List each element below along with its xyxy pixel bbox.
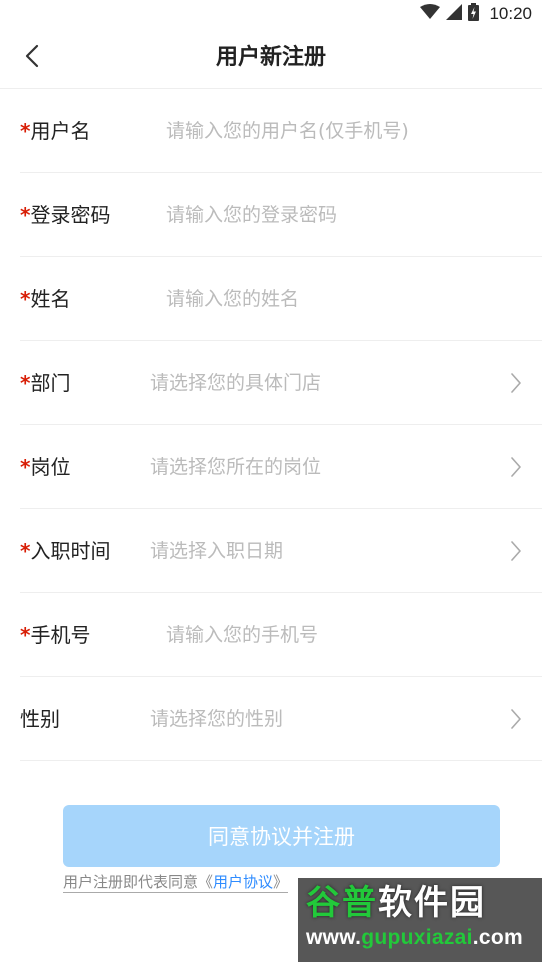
- agreement-text: 用户注册即代表同意《用户协议》: [63, 872, 289, 893]
- battery-charging-icon: [468, 3, 480, 25]
- field-row-username: *用户名: [20, 89, 542, 173]
- password-input[interactable]: [166, 195, 506, 235]
- gender-select[interactable]: 请选择您的性别: [150, 677, 283, 761]
- required-mark: *: [20, 539, 31, 563]
- wifi-icon: [420, 4, 441, 24]
- user-agreement-link[interactable]: 用户协议: [213, 873, 273, 891]
- username-input[interactable]: [166, 111, 506, 151]
- field-label-text: 手机号: [30, 623, 91, 647]
- required-mark: *: [20, 371, 31, 395]
- field-row-position[interactable]: *岗位 请选择您所在的岗位: [20, 425, 542, 509]
- field-label-text: 登录密码: [30, 203, 111, 227]
- watermark-logo-green: 谷普: [306, 883, 378, 923]
- hire-date-select[interactable]: 请选择入职日期: [150, 509, 283, 593]
- field-row-phone: *手机号: [20, 593, 542, 677]
- required-mark: *: [20, 119, 31, 143]
- field-label-text: 岗位: [30, 455, 71, 479]
- status-time: 10:20: [489, 4, 532, 23]
- field-row-hire-date[interactable]: *入职时间 请选择入职日期: [20, 509, 542, 593]
- chevron-right-icon: [508, 707, 524, 731]
- chevron-right-icon: [508, 539, 524, 563]
- field-label-text: 性别: [20, 707, 60, 731]
- field-label-phone: *手机号: [20, 593, 90, 677]
- required-mark: *: [20, 203, 31, 227]
- required-mark: *: [20, 455, 31, 479]
- back-button[interactable]: [18, 44, 46, 72]
- chevron-right-icon: [508, 371, 524, 395]
- watermark-url-green: gupuxiazai: [361, 926, 473, 949]
- field-label-password: *登录密码: [20, 173, 110, 257]
- register-form: *用户名 *登录密码 *姓名 *部门 请选择您的具体门店 *岗位 请选择您所在的…: [0, 89, 542, 761]
- field-label-text: 部门: [30, 371, 71, 395]
- chevron-right-icon: [508, 455, 524, 479]
- position-select[interactable]: 请选择您所在的岗位: [150, 425, 321, 509]
- field-row-gender[interactable]: 性别 请选择您的性别: [20, 677, 542, 761]
- field-label-department: *部门: [20, 341, 70, 425]
- agreement-suffix: 》: [273, 873, 289, 891]
- page-title: 用户新注册: [215, 45, 326, 70]
- field-label-username: *用户名: [20, 89, 90, 173]
- required-mark: *: [20, 287, 31, 311]
- required-mark: *: [20, 623, 31, 647]
- field-label-position: *岗位: [20, 425, 70, 509]
- watermark-url-part: .com: [472, 926, 524, 949]
- field-row-password: *登录密码: [20, 173, 542, 257]
- field-label-text: 姓名: [30, 287, 71, 311]
- field-label-text: 用户名: [30, 119, 91, 143]
- field-row-name: *姓名: [20, 257, 542, 341]
- watermark-url: www.gupuxiazai.com: [306, 924, 534, 952]
- field-label-gender: 性别: [20, 677, 60, 761]
- nav-bar: 用户新注册: [0, 28, 542, 89]
- field-label-text: 入职时间: [30, 539, 111, 563]
- agreement-prefix: 用户注册即代表同意《: [63, 873, 214, 891]
- field-label-name: *姓名: [20, 257, 70, 341]
- watermark: 谷普软件园 www.gupuxiazai.com: [298, 878, 542, 962]
- watermark-logo-white: 软件园: [378, 883, 486, 923]
- status-icons: 10:20: [420, 3, 532, 25]
- department-select[interactable]: 请选择您的具体门店: [150, 341, 321, 425]
- field-label-hire-date: *入职时间: [20, 509, 110, 593]
- watermark-url-part: www.: [306, 926, 362, 949]
- phone-input[interactable]: [166, 615, 506, 655]
- signal-icon: [446, 4, 463, 24]
- chevron-left-icon: [25, 44, 39, 72]
- status-bar: 10:20: [0, 0, 542, 28]
- name-input[interactable]: [166, 279, 506, 319]
- register-page: 10:20 用户新注册 *用户名 *登录密码 *姓名 *部门 请选择您的具体门店: [0, 0, 542, 962]
- field-row-department[interactable]: *部门 请选择您的具体门店: [20, 341, 542, 425]
- agree-and-register-button[interactable]: 同意协议并注册: [63, 805, 500, 867]
- watermark-logo: 谷普软件园: [306, 882, 534, 924]
